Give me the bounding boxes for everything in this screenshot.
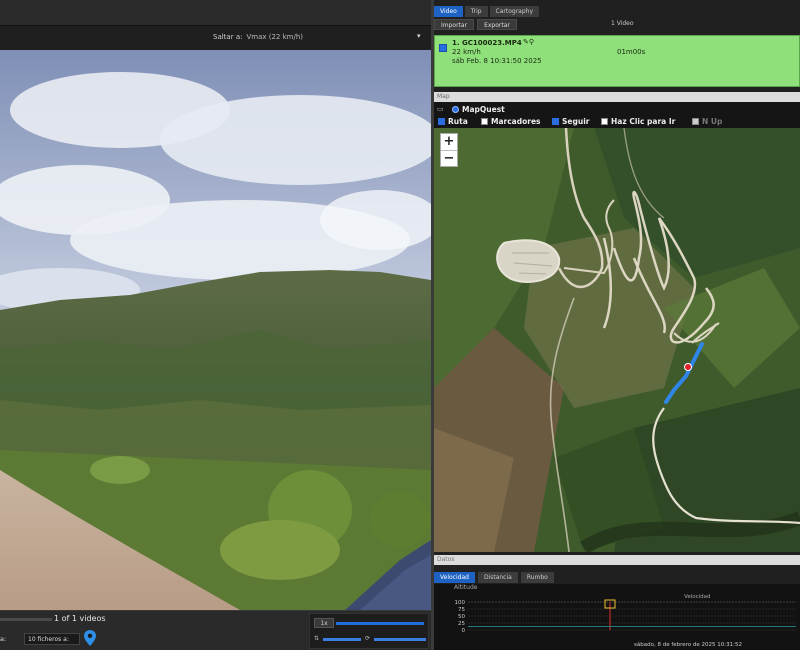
map-options: ▭ MapQuest Ruta Marcadores Seguir Haz Cl… — [434, 102, 800, 128]
chart-timestamp: sábado, 8 de febrero de 2025 10:31:52 — [634, 642, 742, 648]
zoom-in-button[interactable]: + — [441, 134, 457, 150]
tab-speed[interactable]: Velocidad — [434, 572, 475, 583]
y-tick-label: 100 — [455, 600, 466, 606]
checkbox-icon — [601, 118, 608, 125]
video-date: sáb Feb. 8 10:31:50 2025 — [452, 57, 542, 65]
files-label: a: — [0, 635, 7, 643]
video-progress[interactable] — [0, 618, 52, 621]
checkbox-icon — [552, 118, 559, 125]
checkbox-icon — [692, 118, 699, 125]
video-frame[interactable] — [0, 50, 431, 610]
edit-icon[interactable]: ✎⚲ — [523, 38, 534, 46]
speed-button[interactable]: 1x — [314, 618, 334, 628]
speed-slider[interactable] — [374, 638, 426, 641]
video-topbar — [0, 0, 431, 26]
tab-distance[interactable]: Distancia — [477, 572, 518, 583]
map-type-icon[interactable]: ▭ — [437, 105, 444, 113]
option-north-up[interactable]: N Up — [692, 117, 722, 126]
chart-canvas: Velocidad 1007550250 — [455, 594, 796, 634]
files-select[interactable]: 10 ficheros a: — [24, 633, 80, 645]
video-count: 1 Video — [611, 20, 634, 27]
tab-video[interactable]: Video — [434, 6, 463, 17]
y-tick-label: 75 — [458, 607, 465, 613]
video-speed: 22 km/h — [452, 48, 481, 56]
jump-label: Saltar a: Vmax (22 km/h) — [213, 33, 303, 41]
zoom-out-button[interactable]: − — [441, 150, 457, 166]
chart-series-right-label: Velocidad — [684, 594, 711, 600]
videos-count: 1 of 1 videos — [54, 614, 106, 623]
y-tick-label: 50 — [458, 614, 465, 620]
option-markers[interactable]: Marcadores — [481, 117, 541, 126]
jump-toolbar: Saltar a: Vmax (22 km/h) ▾ — [0, 26, 431, 50]
tab-cartography[interactable]: Cartography — [489, 6, 540, 17]
chart-tab-bar: Velocidad Distancia Rumbo — [434, 572, 554, 583]
data-section-header: Datos — [434, 555, 800, 565]
volume-icon: ⇅ — [314, 635, 320, 642]
video-pane: Saltar a: Vmax (22 km/h) ▾ 1 of 1 videos… — [0, 0, 431, 650]
video-duration: 01m00s — [617, 48, 646, 56]
playback-slider[interactable] — [336, 622, 424, 625]
chevron-down-icon[interactable]: ▾ — [417, 32, 421, 40]
checkbox-icon — [481, 118, 488, 125]
tab-heading[interactable]: Rumbo — [520, 572, 554, 583]
video-footer: 1 of 1 videos a: 10 ficheros a: 1x ⇅ ⟳ — [0, 610, 431, 650]
location-pin-icon[interactable] — [84, 630, 96, 646]
video-checkbox[interactable] — [439, 44, 447, 52]
tab-bar: Video Trip Cartography — [434, 6, 540, 17]
loop-icon: ⟳ — [365, 635, 371, 642]
jump-select[interactable]: Vmax (22 km/h) — [246, 33, 303, 41]
video-list-item[interactable]: 1. GC100023.MP4 ✎⚲ 22 km/h sáb Feb. 8 10… — [434, 35, 800, 87]
option-click-to-go[interactable]: Haz Clic para Ir — [601, 117, 675, 126]
option-route[interactable]: Ruta — [438, 117, 468, 126]
video-actions: Importar Exportar — [434, 19, 517, 30]
tab-trip[interactable]: Trip — [464, 6, 488, 17]
satellite-map[interactable]: + − — [434, 128, 800, 552]
volume-slider[interactable] — [323, 638, 361, 641]
playback-controls: 1x ⇅ ⟳ — [309, 613, 429, 649]
zoom-control: + − — [440, 133, 458, 167]
speed-chart[interactable]: Altitude Velocidad 100 75 50 25 0 sábado, 8 d… — [434, 584, 800, 650]
side-pane: Video Trip Cartography Importar Exportar… — [434, 0, 800, 650]
option-follow[interactable]: Seguir — [552, 117, 589, 126]
export-button[interactable]: Exportar — [477, 19, 517, 30]
y-tick-label: 0 — [462, 628, 466, 634]
map-section-header: Map — [434, 92, 800, 102]
map-provider-radio[interactable]: MapQuest — [452, 105, 505, 114]
import-button[interactable]: Importar — [434, 19, 475, 30]
radio-icon — [452, 106, 459, 113]
checkbox-icon — [438, 118, 445, 125]
video-name: 1. GC100023.MP4 — [452, 39, 522, 47]
y-tick-label: 25 — [458, 621, 465, 627]
